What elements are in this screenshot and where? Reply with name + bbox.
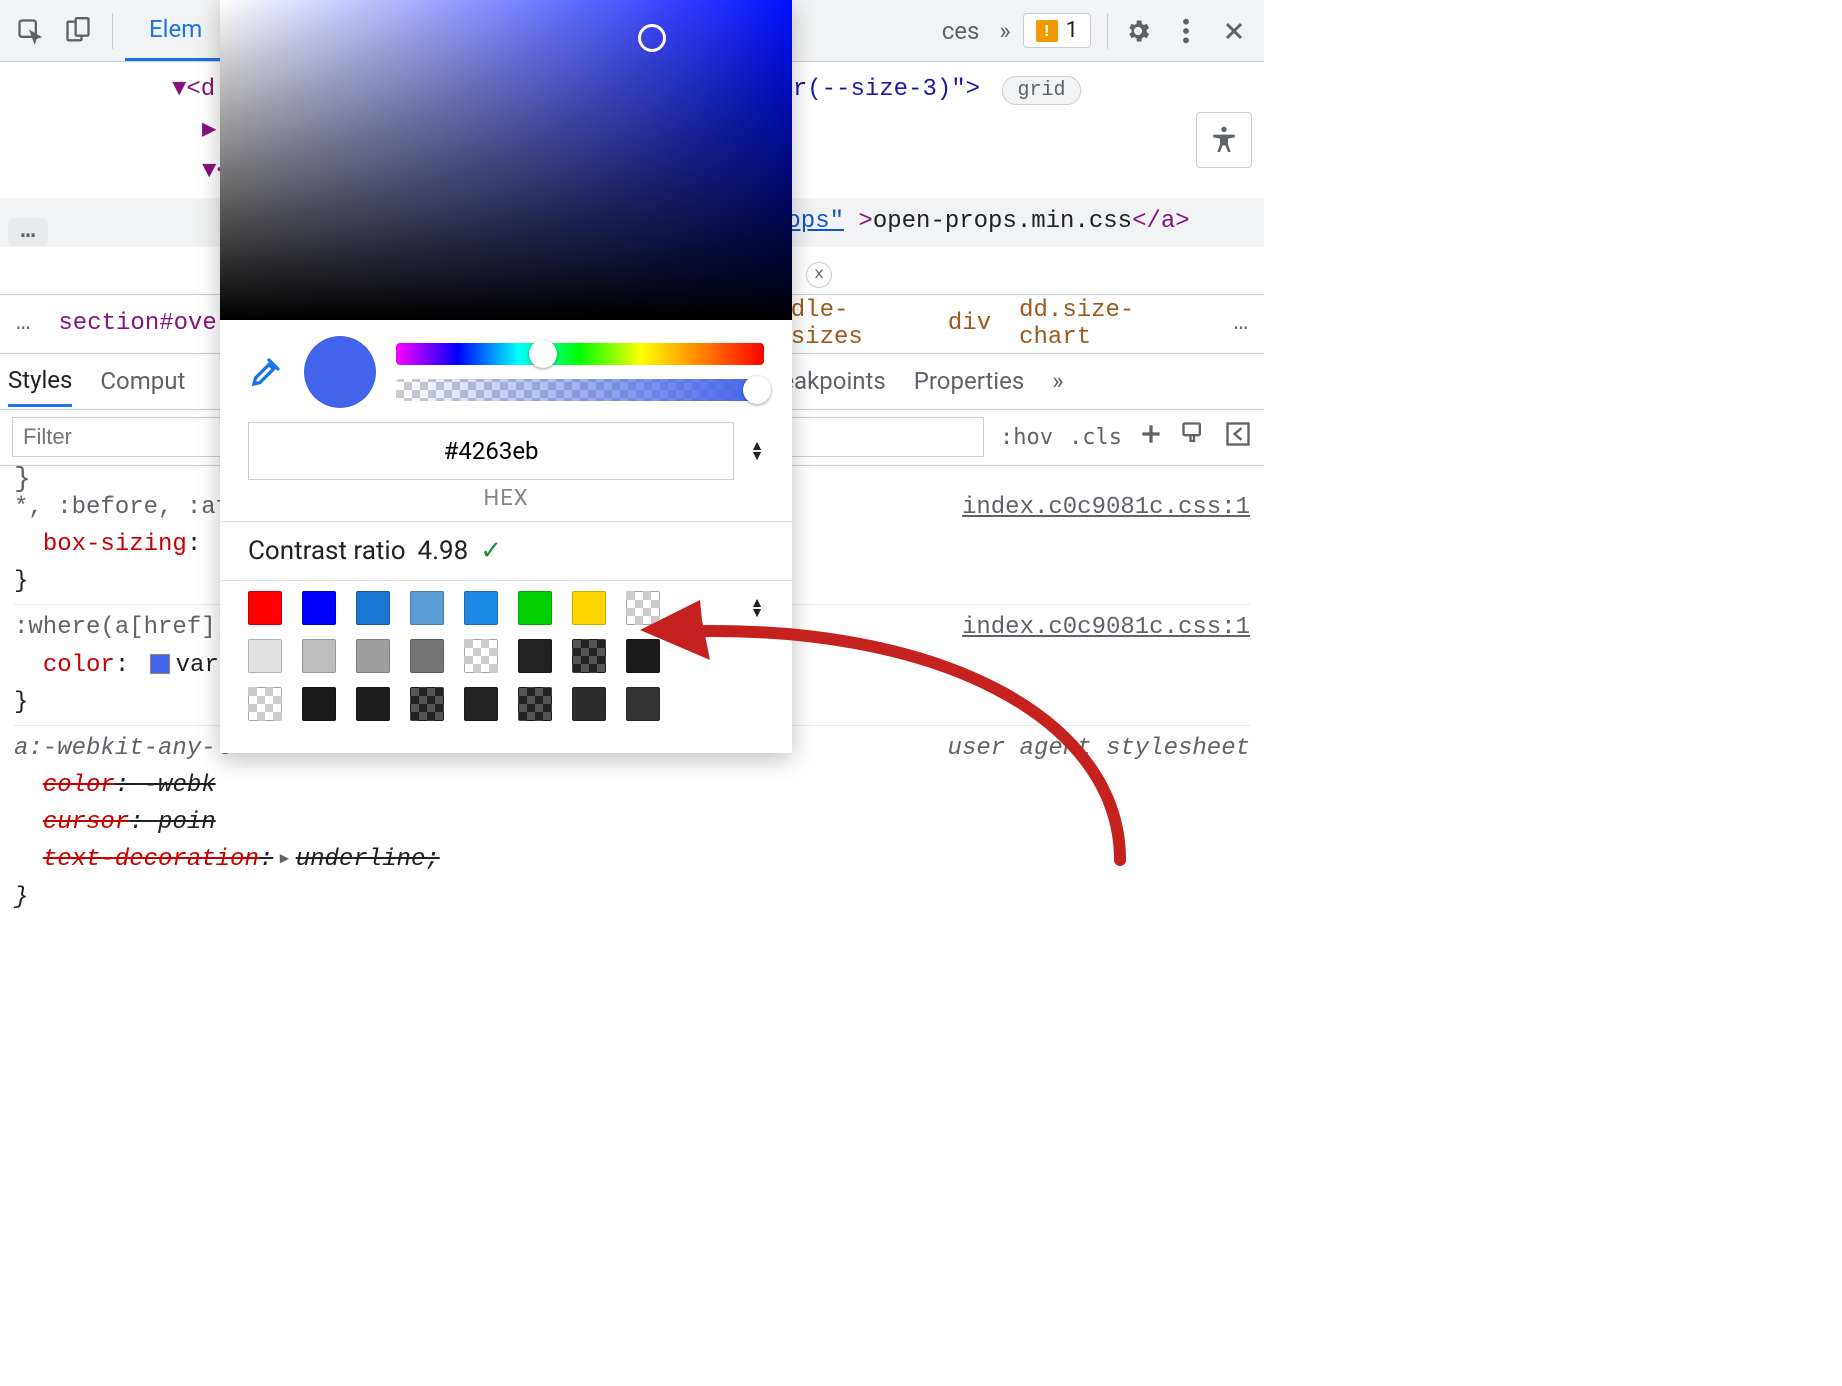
- css-value: underline;: [296, 846, 440, 873]
- kebab-menu-icon[interactable]: [1164, 9, 1208, 53]
- subtab-styles[interactable]: Styles: [8, 366, 72, 407]
- palette-swatch[interactable]: [464, 639, 498, 673]
- css-property: color: [43, 772, 115, 799]
- hue-slider[interactable]: [396, 343, 764, 365]
- palette-swatch[interactable]: [518, 687, 552, 721]
- issues-count: 1: [1066, 18, 1078, 43]
- css-property: box-sizing: [43, 531, 187, 558]
- css-value: -webk: [144, 772, 216, 799]
- breadcrumb-item[interactable]: dle-sizes: [791, 297, 920, 351]
- palette-swatch[interactable]: [302, 591, 336, 625]
- palette-swatch[interactable]: [356, 687, 390, 721]
- subtabs-overflow[interactable]: »: [1052, 367, 1063, 395]
- ua-label: user agent stylesheet: [948, 730, 1250, 767]
- color-swatch[interactable]: [150, 654, 170, 674]
- close-devtools-icon[interactable]: [1212, 9, 1256, 53]
- contrast-row[interactable]: Contrast ratio 4.98 ✓: [220, 522, 792, 580]
- tree-node[interactable]: ▼<d: [172, 76, 215, 103]
- breadcrumb-item[interactable]: div: [948, 310, 991, 337]
- issues-badge[interactable]: ! 1: [1023, 13, 1091, 48]
- divider: [112, 13, 113, 49]
- palette-swatch[interactable]: [410, 591, 444, 625]
- hue-handle[interactable]: [529, 340, 557, 368]
- palette-swatch[interactable]: [572, 591, 606, 625]
- subtab-computed[interactable]: Comput: [100, 367, 185, 395]
- contrast-label: Contrast ratio: [248, 536, 406, 566]
- css-rule-ua[interactable]: user agent stylesheet a:-webkit-any-l co…: [14, 730, 1250, 920]
- close-tag: </a>: [1132, 208, 1190, 235]
- palette-swatch[interactable]: [302, 639, 336, 673]
- format-switcher[interactable]: ▲▼: [750, 441, 764, 461]
- palette-swatch[interactable]: [356, 639, 390, 673]
- source-link[interactable]: index.c0c9081c.css:1: [962, 609, 1250, 646]
- paintbrush-icon[interactable]: [1180, 420, 1208, 454]
- check-icon: ✓: [480, 536, 502, 566]
- new-style-rule-icon[interactable]: [1138, 421, 1164, 453]
- breadcrumb-item[interactable]: section#ove: [58, 310, 216, 337]
- color-picker: ▲▼ HEX Contrast ratio 4.98 ✓ ▲▼: [220, 0, 792, 753]
- palette-swatch[interactable]: [410, 639, 444, 673]
- warning-icon: !: [1036, 20, 1058, 42]
- selector: *, :before, :af: [14, 494, 230, 521]
- divider: [1107, 13, 1108, 49]
- css-property: cursor: [43, 809, 129, 836]
- hov-toggle[interactable]: :hov: [1000, 425, 1053, 450]
- tab-truncated-right[interactable]: ces: [934, 0, 988, 61]
- palette-swatch[interactable]: [518, 639, 552, 673]
- palette-swatch[interactable]: [626, 687, 660, 721]
- breadcrumb-right-ellipsis[interactable]: …: [1234, 310, 1248, 337]
- selector: a:-webkit-any-l: [14, 735, 230, 762]
- selector: :where(a[href]): [14, 614, 230, 641]
- tabs-overflow[interactable]: »: [991, 0, 1018, 61]
- grid-badge[interactable]: grid: [1002, 76, 1080, 105]
- eyedropper-icon[interactable]: [248, 354, 284, 390]
- sv-handle[interactable]: [638, 24, 666, 52]
- attr-value: var(--size-3)">: [764, 76, 980, 103]
- href-tail: ops": [786, 208, 844, 235]
- alpha-handle[interactable]: [743, 376, 771, 404]
- color-palette: ▲▼: [220, 581, 792, 753]
- hex-input[interactable]: [248, 422, 734, 480]
- css-property: text-decoration: [43, 846, 259, 873]
- palette-swatch[interactable]: [572, 687, 606, 721]
- breadcrumb-item[interactable]: dd.size-chart: [1019, 297, 1205, 351]
- settings-icon[interactable]: [1116, 9, 1160, 53]
- breadcrumb-left-ellipsis[interactable]: …: [16, 310, 30, 337]
- css-value: poin: [158, 809, 216, 836]
- css-property: color: [43, 652, 115, 679]
- device-toolbar-icon[interactable]: [56, 9, 100, 53]
- color-preview: [304, 336, 376, 408]
- computed-toggle-icon[interactable]: [1224, 420, 1252, 454]
- tab-elements[interactable]: Elem: [125, 0, 226, 61]
- palette-swatch[interactable]: [464, 591, 498, 625]
- palette-swatch[interactable]: [302, 687, 336, 721]
- palette-swatch[interactable]: [626, 591, 660, 625]
- sv-field[interactable]: [220, 0, 792, 320]
- css-value: var: [176, 652, 219, 679]
- palette-swatch[interactable]: [410, 687, 444, 721]
- contrast-value: 4.98: [418, 536, 469, 566]
- source-link[interactable]: index.c0c9081c.css:1: [962, 489, 1250, 526]
- inspect-element-icon[interactable]: [8, 9, 52, 53]
- link-text: open-props.min.css: [873, 208, 1132, 235]
- palette-swatch[interactable]: [248, 687, 282, 721]
- palette-swatch[interactable]: [248, 591, 282, 625]
- palette-swatch[interactable]: [356, 591, 390, 625]
- cls-toggle[interactable]: .cls: [1069, 425, 1122, 450]
- palette-switcher[interactable]: ▲▼: [750, 598, 764, 618]
- palette-swatch[interactable]: [518, 591, 552, 625]
- alpha-slider[interactable]: [396, 379, 764, 401]
- palette-swatch[interactable]: [572, 639, 606, 673]
- remove-chip[interactable]: x: [806, 262, 832, 288]
- tree-ellipsis[interactable]: …: [8, 218, 48, 246]
- palette-swatch[interactable]: [626, 639, 660, 673]
- subtab-breakpoints[interactable]: eakpoints: [781, 367, 885, 395]
- palette-swatch[interactable]: [464, 687, 498, 721]
- accessibility-icon[interactable]: [1196, 112, 1252, 168]
- palette-swatch[interactable]: [248, 639, 282, 673]
- color-format-label: HEX: [220, 486, 792, 521]
- subtab-properties[interactable]: Properties: [914, 367, 1024, 395]
